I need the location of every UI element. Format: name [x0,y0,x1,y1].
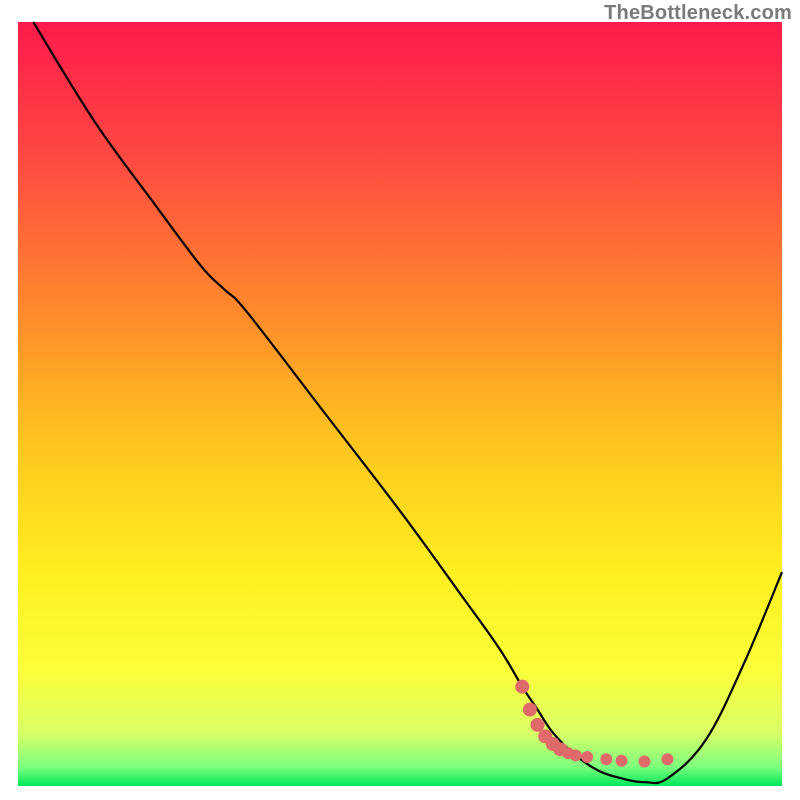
marker-dot [570,749,582,761]
marker-dot [600,753,612,765]
marker-dot [616,755,628,767]
watermark-text: TheBottleneck.com [604,2,792,25]
marker-dot [581,751,593,763]
gradient-background [18,22,782,786]
marker-dot [661,753,673,765]
bottleneck-chart [0,0,800,800]
marker-dot [638,756,650,768]
chart-container: { "watermark": "TheBottleneck.com", "gra… [0,0,800,800]
marker-dot [531,718,545,732]
marker-dot [515,680,529,694]
marker-dot [523,703,537,717]
